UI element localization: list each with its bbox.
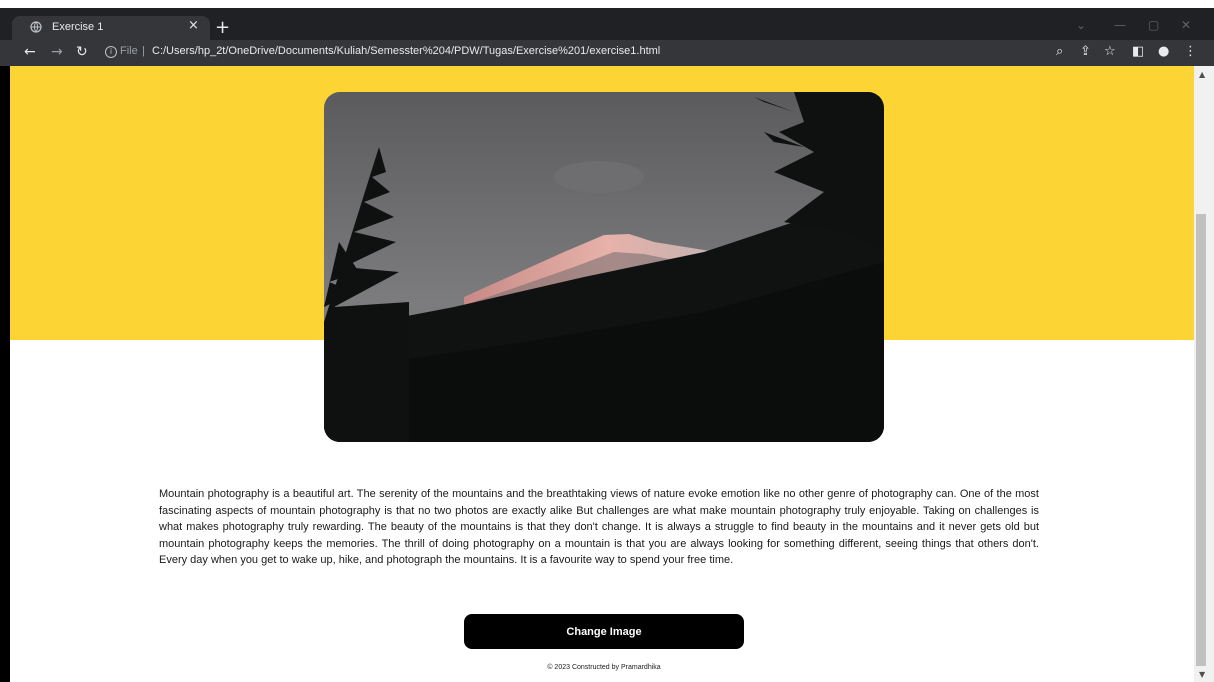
reload-icon[interactable]: ↻ — [76, 43, 88, 61]
tab-strip: Exercise 1 × + ⌄ — ▢ ✕ — [0, 8, 1214, 40]
back-icon[interactable]: ← — [24, 43, 36, 61]
share-icon[interactable]: ⇪ — [1080, 44, 1091, 60]
profile-icon[interactable]: ● — [1158, 44, 1169, 60]
change-image-button[interactable]: Change Image — [464, 614, 744, 649]
page-viewport: Mountain photography is a beautiful art.… — [10, 66, 1194, 682]
tab-title: Exercise 1 — [52, 21, 104, 33]
mountain-photo — [324, 92, 884, 442]
window-left-edge — [0, 66, 10, 682]
tab-close-icon[interactable]: × — [188, 18, 199, 33]
browser-tab[interactable]: Exercise 1 × — [12, 16, 210, 40]
star-icon[interactable]: ☆ — [1104, 44, 1116, 60]
page-scrollbar[interactable]: ▲ ▼ — [1194, 66, 1214, 682]
window-top-gap — [0, 0, 1214, 8]
minimize-icon[interactable]: — — [1114, 18, 1126, 32]
address-bar[interactable]: i File | C:/Users/hp_2t/OneDrive/Documen… — [100, 42, 1195, 64]
url-scheme-label: File — [120, 45, 138, 57]
browser-toolbar: ← → ↻ i File | C:/Users/hp_2t/OneDrive/D… — [0, 40, 1214, 66]
scroll-up-icon[interactable]: ▲ — [1199, 70, 1205, 79]
forward-icon[interactable]: → — [51, 43, 63, 61]
url-text[interactable]: C:/Users/hp_2t/OneDrive/Documents/Kuliah… — [152, 45, 660, 57]
side-panel-icon[interactable]: ◧ — [1132, 44, 1144, 60]
url-separator: | — [142, 45, 145, 57]
chevron-down-icon[interactable]: ⌄ — [1076, 18, 1086, 32]
menu-icon[interactable]: ⋮ — [1184, 44, 1197, 60]
new-tab-icon[interactable]: + — [215, 16, 230, 40]
maximize-icon[interactable]: ▢ — [1148, 18, 1159, 32]
globe-icon — [30, 21, 42, 33]
info-icon[interactable]: i — [105, 46, 117, 58]
close-icon[interactable]: ✕ — [1181, 18, 1191, 32]
scroll-thumb[interactable] — [1196, 214, 1206, 666]
article-paragraph: Mountain photography is a beautiful art.… — [159, 488, 1039, 567]
zoom-icon[interactable]: ⌕ — [1056, 44, 1063, 60]
scroll-down-icon[interactable]: ▼ — [1199, 670, 1205, 679]
footer-credit: © 2023 Constructed by Pramardhika — [547, 664, 661, 671]
